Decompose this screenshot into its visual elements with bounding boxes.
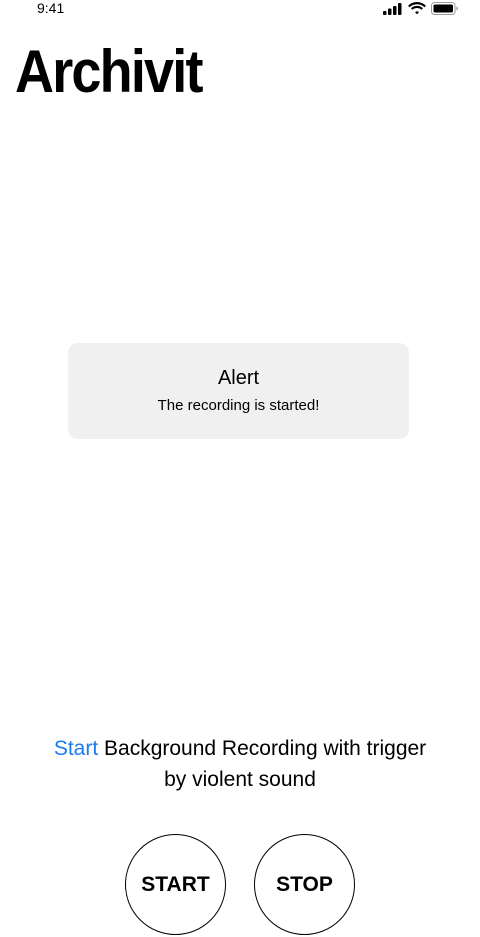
description-highlight: Start [53, 737, 99, 760]
status-icons [383, 2, 459, 15]
alert-box: Alert The recording is started! [68, 343, 409, 439]
stop-button[interactable]: STOP [254, 834, 355, 935]
start-button[interactable]: START [125, 834, 226, 935]
wifi-icon [408, 2, 426, 15]
alert-title: Alert [217, 367, 260, 389]
status-bar: 9:41 [0, 0, 480, 22]
app-title: Archivit [15, 38, 203, 105]
description-line2: by violent sound [164, 768, 316, 791]
alert-message: The recording is started! [157, 397, 320, 414]
status-time: 9:41 [37, 0, 65, 16]
battery-icon [431, 2, 458, 15]
description-line1: Background Recording with trigger [98, 737, 427, 760]
description-text: Start Background Recording with trigger … [0, 733, 480, 795]
cellular-signal-icon [383, 2, 402, 15]
